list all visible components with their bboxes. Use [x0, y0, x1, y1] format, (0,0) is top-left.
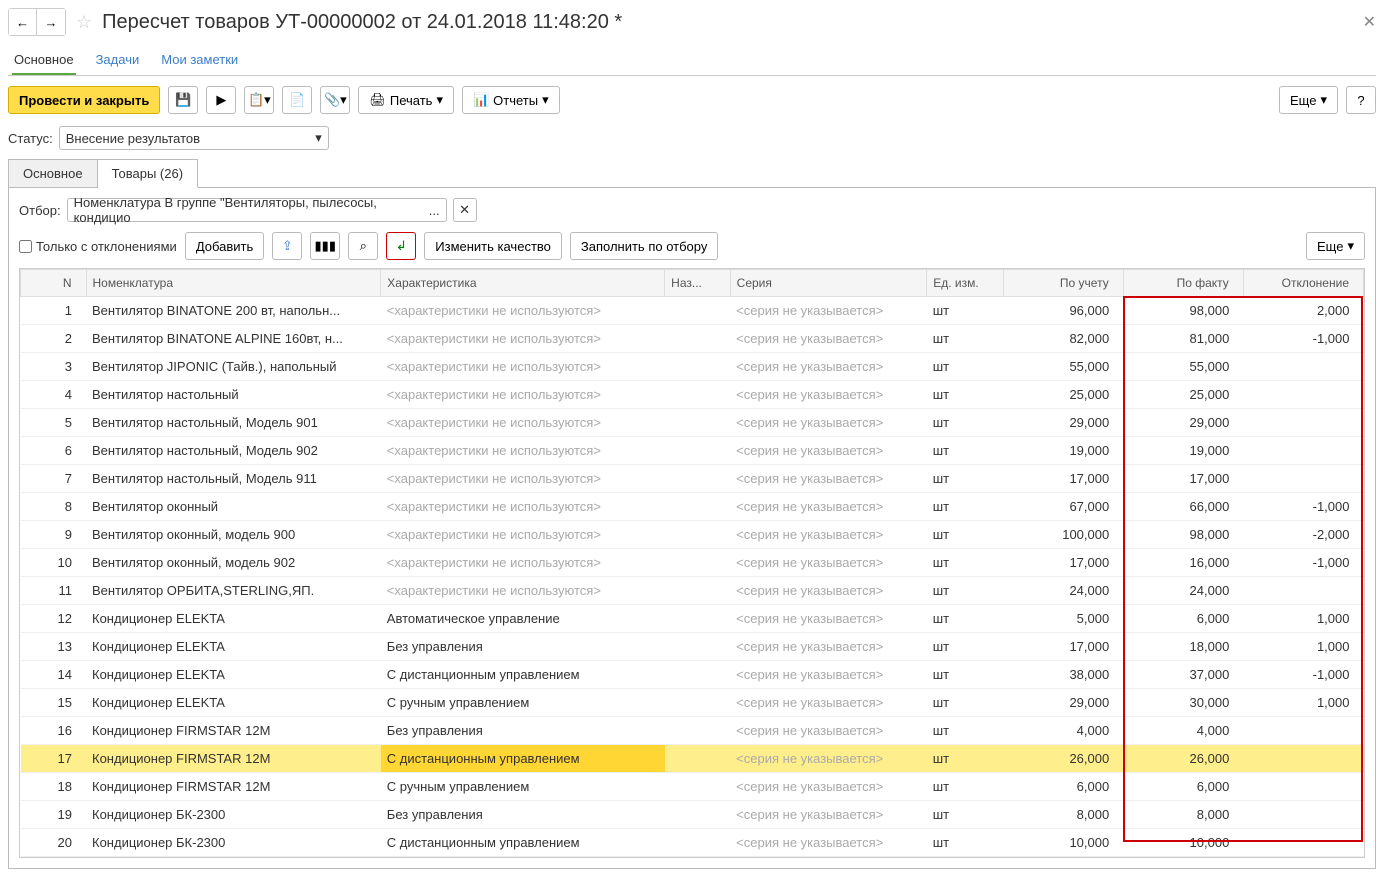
table-row[interactable]: 1 Вентилятор BINATONE 200 вт, напольн...…: [21, 297, 1364, 325]
table-row[interactable]: 4 Вентилятор настольный <характеристики …: [21, 381, 1364, 409]
tab2-main[interactable]: Основное: [8, 159, 98, 188]
filter-input[interactable]: Номенклатура В группе "Вентиляторы, пыле…: [67, 198, 447, 222]
status-select[interactable]: Внесение результатов▾: [59, 126, 329, 150]
col-nom[interactable]: Номенклатура: [86, 270, 381, 297]
table-row[interactable]: 9 Вентилятор оконный, модель 900 <характ…: [21, 521, 1364, 549]
save-icon: 💾: [175, 92, 191, 108]
col-dev[interactable]: Отклонение: [1243, 270, 1363, 297]
import-button[interactable]: ↲: [386, 232, 416, 260]
table-row[interactable]: 10 Вентилятор оконный, модель 902 <харак…: [21, 549, 1364, 577]
chevron-down-icon: ▾: [315, 130, 322, 146]
reports-icon: 📊: [473, 92, 489, 108]
back-button[interactable]: ←: [9, 9, 37, 35]
table-row[interactable]: 13 Кондиционер ELEKTA Без управления <се…: [21, 633, 1364, 661]
table-row[interactable]: 15 Кондиционер ELEKTA С ручным управлени…: [21, 689, 1364, 717]
page-title: Пересчет товаров УТ-00000002 от 24.01.20…: [102, 11, 622, 34]
favorite-icon[interactable]: ☆: [76, 12, 92, 33]
share-button[interactable]: ⇪: [272, 232, 302, 260]
filter-label: Отбор:: [19, 203, 61, 218]
table-row[interactable]: 6 Вентилятор настольный, Модель 902 <хар…: [21, 437, 1364, 465]
copy-button[interactable]: 📋▾: [244, 86, 274, 114]
tab-notes[interactable]: Мои заметки: [159, 46, 240, 75]
col-n[interactable]: N: [21, 270, 87, 297]
table-row[interactable]: 18 Кондиционер FIRMSTAR 12M С ручным упр…: [21, 773, 1364, 801]
table-row[interactable]: 14 Кондиционер ELEKTA С дистанционным уп…: [21, 661, 1364, 689]
process-close-button[interactable]: Провести и закрыть: [8, 86, 160, 114]
table-row[interactable]: 12 Кондиционер ELEKTA Автоматическое упр…: [21, 605, 1364, 633]
table-row[interactable]: 20 Кондиционер БК-2300 С дистанционным у…: [21, 829, 1364, 857]
process-button[interactable]: ▶: [206, 86, 236, 114]
forward-button[interactable]: →: [37, 9, 65, 35]
doc-button[interactable]: 📄: [282, 86, 312, 114]
print-icon: 🖨: [369, 92, 386, 108]
table-more-button[interactable]: Еще ▾: [1306, 232, 1365, 260]
barcode-icon: ▮▮▮: [315, 238, 336, 254]
close-button[interactable]: ✕: [1363, 12, 1376, 32]
copy-icon: 📋▾: [248, 92, 271, 108]
save-button[interactable]: 💾: [168, 86, 198, 114]
table-row[interactable]: 17 Кондиционер FIRMSTAR 12M С дистанцион…: [21, 745, 1364, 773]
print-button[interactable]: 🖨 Печать ▾: [358, 86, 454, 114]
table-row[interactable]: 19 Кондиционер БК-2300 Без управления <с…: [21, 801, 1364, 829]
change-quality-button[interactable]: Изменить качество: [424, 232, 562, 260]
table-row[interactable]: 2 Вентилятор BINATONE ALPINE 160вт, н...…: [21, 325, 1364, 353]
share-icon: ⇪: [282, 238, 293, 254]
table-row[interactable]: 8 Вентилятор оконный <характеристики не …: [21, 493, 1364, 521]
table-row[interactable]: 7 Вентилятор настольный, Модель 911 <хар…: [21, 465, 1364, 493]
add-button[interactable]: Добавить: [185, 232, 264, 260]
table-row[interactable]: 3 Вентилятор JIPONIC (Тайв.), напольный …: [21, 353, 1364, 381]
attach-icon: 📎▾: [324, 92, 347, 108]
col-ser[interactable]: Серия: [730, 270, 927, 297]
filter-clear-button[interactable]: ✕: [453, 198, 477, 222]
table-row[interactable]: 5 Вентилятор настольный, Модель 901 <хар…: [21, 409, 1364, 437]
col-fact[interactable]: По факту: [1123, 270, 1243, 297]
tab-tasks[interactable]: Задачи: [94, 46, 142, 75]
col-naz[interactable]: Наз...: [665, 270, 731, 297]
attach-button[interactable]: 📎▾: [320, 86, 350, 114]
scan-icon: ⌕: [360, 238, 367, 254]
more-button[interactable]: Еще ▾: [1279, 86, 1338, 114]
table-row[interactable]: 16 Кондиционер FIRMSTAR 12M Без управлен…: [21, 717, 1364, 745]
fill-by-filter-button[interactable]: Заполнить по отбору: [570, 232, 718, 260]
tab2-goods[interactable]: Товары (26): [98, 159, 198, 188]
help-button[interactable]: ?: [1346, 86, 1376, 114]
tab-main[interactable]: Основное: [12, 46, 76, 75]
col-unit[interactable]: Ед. изм.: [927, 270, 1003, 297]
only-deviations-checkbox[interactable]: Только с отклонениями: [19, 239, 177, 254]
barcode-button[interactable]: ▮▮▮: [310, 232, 340, 260]
goods-table[interactable]: N Номенклатура Характеристика Наз... Сер…: [19, 268, 1365, 858]
col-acc[interactable]: По учету: [1003, 270, 1123, 297]
scan-button[interactable]: ⌕: [348, 232, 378, 260]
col-char[interactable]: Характеристика: [381, 270, 665, 297]
doc-icon: 📄: [289, 92, 305, 108]
reports-button[interactable]: 📊 Отчеты ▾: [462, 86, 560, 114]
import-icon: ↲: [396, 238, 407, 254]
process-icon: ▶: [216, 92, 226, 108]
status-label: Статус:: [8, 131, 53, 146]
table-row[interactable]: 11 Вентилятор ОРБИТА,STERLING,ЯП. <харак…: [21, 577, 1364, 605]
